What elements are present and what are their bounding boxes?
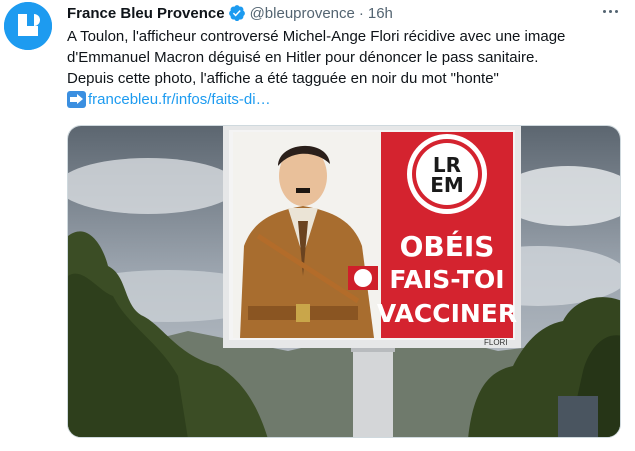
more-options-icon[interactable] — [597, 0, 623, 22]
tweet-line: d'Emmanuel Macron déguisé en Hitler pour… — [67, 49, 539, 66]
poster-line-obeis: OBÉIS — [400, 229, 495, 263]
right-arrow-emoji-icon — [67, 91, 86, 108]
display-name[interactable]: France Bleu Provence — [67, 5, 225, 22]
avatar[interactable] — [4, 2, 52, 50]
tweet-header: France Bleu Provence @bleuprovence · 16h — [67, 3, 393, 23]
separator: · — [358, 4, 364, 22]
timestamp[interactable]: 16h — [368, 5, 393, 22]
verified-badge-icon — [228, 5, 245, 22]
poster-logo-bottom: EM — [430, 173, 464, 197]
poster-signature: FLORI — [484, 338, 508, 347]
article-link[interactable]: francebleu.fr/infos/faits-di… — [88, 89, 271, 110]
billboard-photo: LR EM OBÉIS FAIS-TOI VACCINER FLORI — [68, 126, 620, 437]
tweet-link-line: francebleu.fr/infos/faits-di… — [67, 89, 627, 110]
tweet-text: A Toulon, l'afficheur controversé Michel… — [67, 26, 627, 110]
tweet-line: Depuis cette photo, l'affiche a été tagg… — [67, 70, 499, 87]
tweet-media-photo[interactable]: LR EM OBÉIS FAIS-TOI VACCINER FLORI — [67, 125, 621, 438]
poster-line-fais-toi: FAIS-TOI — [389, 265, 504, 294]
handle[interactable]: @bleuprovence — [250, 5, 355, 22]
tweet-line: A Toulon, l'afficheur controversé Michel… — [67, 28, 566, 45]
france-bleu-logo-icon — [4, 2, 52, 50]
poster-line-vacciner: VACCINER — [377, 299, 517, 328]
